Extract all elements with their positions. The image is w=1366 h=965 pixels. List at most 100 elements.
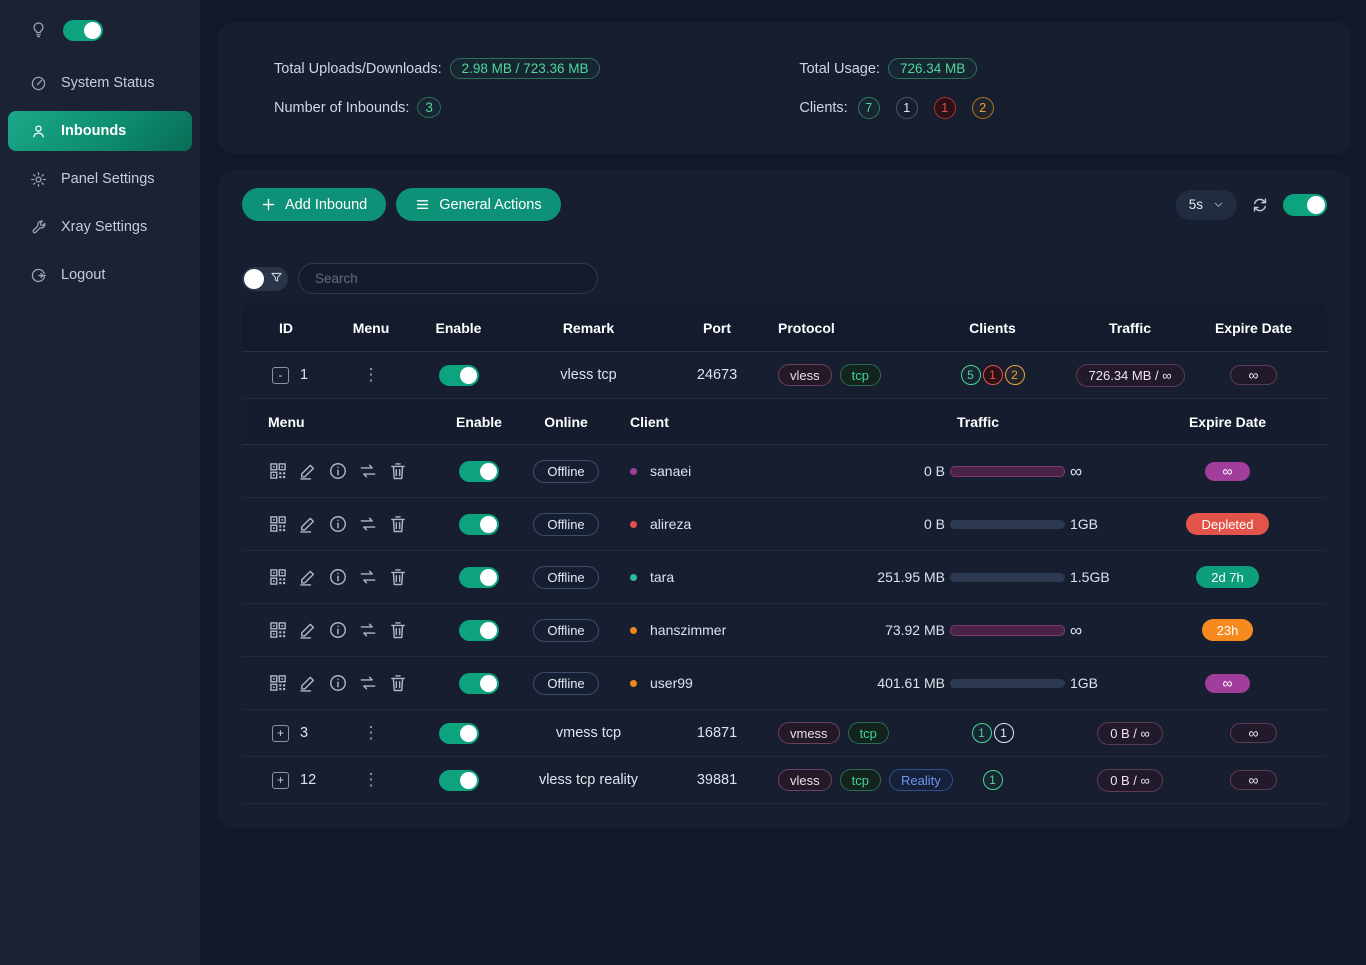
traffic-limit: 1.5GB (1070, 569, 1116, 585)
toggle-knob (480, 516, 497, 533)
inbound-enable-toggle[interactable] (439, 770, 479, 791)
client-count-badge: 1 (994, 723, 1014, 743)
general-actions-button[interactable]: General Actions (396, 188, 560, 221)
client-enable-toggle[interactable] (459, 673, 499, 694)
client-enable-toggle[interactable] (459, 514, 499, 535)
lightbulb-icon (30, 21, 47, 41)
reset-traffic-icon[interactable] (358, 461, 378, 481)
client-enable-toggle[interactable] (459, 620, 499, 641)
client-count-badge: 2 (1005, 365, 1025, 385)
edit-icon[interactable] (298, 620, 318, 640)
client-row: Offline hanszimmer 73.92 MB ∞ 23h (242, 604, 1327, 657)
client-count-badge: 2 (972, 97, 994, 119)
reset-traffic-icon[interactable] (358, 673, 378, 693)
reset-traffic-icon[interactable] (358, 567, 378, 587)
sidebar-item-label: Logout (61, 267, 105, 283)
qr-code-icon[interactable] (268, 461, 288, 481)
trash-icon[interactable] (388, 567, 408, 587)
inbound-port: 24673 (672, 367, 762, 383)
sidebar-item-inbounds[interactable]: Inbounds (8, 111, 192, 151)
collapse-row-button[interactable]: - (272, 367, 289, 384)
traffic-bar (950, 466, 1065, 477)
inbound-id: 3 (300, 725, 308, 741)
refresh-icon[interactable] (1251, 196, 1269, 214)
info-icon[interactable] (328, 673, 348, 693)
inbound-enable-toggle[interactable] (439, 723, 479, 744)
qr-code-icon[interactable] (268, 673, 288, 693)
toggle-knob (480, 622, 497, 639)
client-row: Offline tara 251.95 MB 1.5GB 2d 7h (242, 551, 1327, 604)
inbound-enable-toggle[interactable] (439, 365, 479, 386)
sidebar-item-xray-settings[interactable]: Xray Settings (8, 207, 192, 247)
col-header-traffic: Traffic (1080, 320, 1180, 336)
traffic-bar (950, 679, 1065, 688)
traffic-used: 73.92 MB (840, 622, 945, 638)
expand-row-button[interactable]: + (272, 725, 289, 742)
toggle-knob (480, 675, 497, 692)
row-menu-button[interactable]: ⋮ (363, 770, 380, 790)
protocol-tag: tcp (840, 769, 881, 791)
wrench-icon (30, 219, 47, 236)
edit-icon[interactable] (298, 461, 318, 481)
add-inbound-label: Add Inbound (285, 197, 367, 213)
theme-toggle[interactable] (63, 20, 103, 41)
edit-icon[interactable] (298, 514, 318, 534)
qr-code-icon[interactable] (268, 514, 288, 534)
expire-badge: 2d 7h (1196, 566, 1259, 588)
edit-icon[interactable] (298, 567, 318, 587)
traffic-used: 251.95 MB (840, 569, 945, 585)
info-icon[interactable] (328, 461, 348, 481)
info-icon[interactable] (328, 567, 348, 587)
col-header-online: Online (520, 414, 612, 430)
client-count-badge: 1 (934, 97, 956, 119)
info-icon[interactable] (328, 514, 348, 534)
toggle-knob (460, 772, 477, 789)
trash-icon[interactable] (388, 461, 408, 481)
sidebar-item-label: Xray Settings (61, 219, 147, 235)
filter-toggle[interactable] (242, 267, 288, 291)
trash-icon[interactable] (388, 514, 408, 534)
traffic-bar (950, 625, 1065, 636)
plus-icon (261, 197, 276, 212)
traffic-badge: 0 B / ∞ (1097, 722, 1163, 745)
main-content: Total Uploads/Downloads: 2.98 MB / 723.3… (200, 0, 1366, 965)
sidebar-item-panel-settings[interactable]: Panel Settings (8, 159, 192, 199)
sidebar-item-label: Panel Settings (61, 171, 155, 187)
traffic-badge: 0 B / ∞ (1097, 769, 1163, 792)
sidebar-item-logout[interactable]: Logout (8, 255, 192, 295)
sidebar-item-system-status[interactable]: System Status (8, 63, 192, 103)
reset-traffic-icon[interactable] (358, 514, 378, 534)
trash-icon[interactable] (388, 673, 408, 693)
protocol-tag: vless (778, 364, 832, 386)
edit-icon[interactable] (298, 673, 318, 693)
search-input[interactable] (298, 263, 598, 294)
expand-row-button[interactable]: + (272, 772, 289, 789)
info-icon[interactable] (328, 620, 348, 640)
qr-code-icon[interactable] (268, 620, 288, 640)
protocol-tag: tcp (848, 722, 889, 744)
traffic-limit: ∞ (1070, 622, 1116, 639)
col-header-enable: Enable (438, 414, 520, 430)
sidebar-nav: System Status Inbounds Panel Settings Xr… (0, 63, 200, 295)
qr-code-icon[interactable] (268, 567, 288, 587)
trash-icon[interactable] (388, 620, 408, 640)
reset-traffic-icon[interactable] (358, 620, 378, 640)
client-count-badge: 1 (896, 97, 918, 119)
row-menu-button[interactable]: ⋮ (363, 365, 380, 385)
row-menu-button[interactable]: ⋮ (363, 723, 380, 743)
traffic-bar (950, 520, 1065, 529)
client-enable-toggle[interactable] (459, 461, 499, 482)
refresh-interval-select[interactable]: 5s (1176, 190, 1237, 220)
traffic-limit: 1GB (1070, 516, 1116, 532)
inbound-remark: vless tcp (505, 367, 672, 383)
auto-refresh-toggle[interactable] (1283, 194, 1327, 216)
sidebar-theme-row (0, 0, 200, 49)
toggle-knob (460, 367, 477, 384)
online-status-badge: Offline (533, 672, 598, 695)
add-inbound-button[interactable]: Add Inbound (242, 188, 386, 221)
client-header-row: Menu Enable Online Client Traffic Expire… (242, 399, 1327, 445)
client-enable-toggle[interactable] (459, 567, 499, 588)
toggle-knob (84, 22, 101, 39)
toggle-knob (460, 725, 477, 742)
client-name: hanszimmer (650, 622, 726, 638)
